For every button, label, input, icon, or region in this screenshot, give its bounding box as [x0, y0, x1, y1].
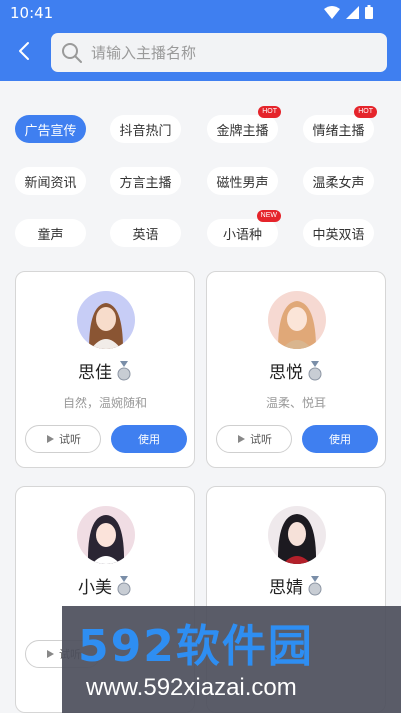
name-row: 思悦 [207, 358, 385, 383]
watermark: 592软件园 www.592xiazai.com [62, 606, 401, 713]
tag-label: 童声 [37, 227, 64, 243]
anchor-card[interactable]: 思佳 自然，温婉随和 试听 使用 [15, 271, 195, 468]
avatar [77, 506, 135, 564]
play-icon [47, 435, 54, 443]
tag-emotion-anchor[interactable]: 情绪主播 HOT [303, 106, 377, 143]
tag-label: 小语种 [222, 227, 262, 243]
tag-gentle-female[interactable]: 温柔女声 [303, 167, 374, 195]
anchor-card[interactable]: 思悦 温柔、悦耳 试听 使用 [206, 271, 386, 468]
tag-label: 情绪主播 [312, 123, 365, 139]
avatar [268, 506, 326, 564]
name-row: 思佳 [16, 358, 194, 383]
tag-dialect[interactable]: 方言主播 [110, 167, 181, 195]
hot-badge: HOT [258, 106, 281, 118]
app-header: 10:41 [0, 0, 401, 81]
listen-button[interactable]: 试听 [216, 425, 292, 453]
tag-minor-language[interactable]: 小语种 NEW [207, 210, 281, 247]
anchor-name: 思佳 [78, 363, 112, 383]
listen-label: 试听 [250, 433, 272, 446]
medal-icon [117, 360, 131, 380]
tag-english[interactable]: 英语 [110, 219, 181, 247]
tag-label: 抖音热门 [119, 123, 172, 139]
tag-label: 新闻资讯 [24, 175, 77, 191]
anchor-desc: 自然，温婉随和 [62, 396, 147, 410]
battery-icon [365, 5, 373, 19]
name-row: 思婧 [207, 573, 385, 598]
tag-douyin-hot[interactable]: 抖音热门 [110, 115, 181, 143]
tag-label: 广告宣传 [24, 123, 77, 139]
status-icons [324, 5, 373, 19]
back-arrow-icon[interactable] [14, 40, 36, 62]
tag-label: 英语 [132, 227, 159, 243]
play-icon [238, 435, 245, 443]
listen-button[interactable]: 试听 [25, 425, 101, 453]
medal-icon [308, 575, 322, 595]
wifi-icon [324, 5, 340, 19]
tag-label: 金牌主播 [216, 123, 269, 139]
search-icon [62, 42, 82, 63]
tag-ad-promo[interactable]: 广告宣传 [15, 115, 86, 143]
search-box[interactable] [51, 33, 387, 72]
tag-child-voice[interactable]: 童声 [15, 219, 86, 247]
signal-icon [346, 5, 359, 19]
tag-label: 中英双语 [312, 227, 365, 243]
listen-label: 试听 [59, 433, 81, 446]
name-row: 小美 [16, 573, 194, 598]
play-icon [47, 650, 54, 658]
anchor-desc: 温柔、悦耳 [265, 396, 326, 410]
avatar [77, 291, 135, 349]
watermark-title: 592软件园 [78, 621, 314, 672]
status-time: 10:41 [10, 4, 54, 22]
hot-badge: HOT [354, 106, 377, 118]
tag-bilingual[interactable]: 中英双语 [303, 219, 374, 247]
tag-news[interactable]: 新闻资讯 [15, 167, 86, 195]
tag-gold-anchor[interactable]: 金牌主播 HOT [207, 106, 281, 143]
anchor-name: 思悦 [269, 363, 303, 383]
search-input[interactable] [91, 43, 361, 62]
use-button[interactable]: 使用 [302, 425, 378, 453]
anchor-name: 小美 [78, 578, 112, 598]
tag-magnetic-male[interactable]: 磁性男声 [207, 167, 278, 195]
tag-label: 温柔女声 [312, 175, 365, 191]
avatar [268, 291, 326, 349]
new-badge: NEW [256, 210, 281, 222]
anchor-name: 思婧 [269, 578, 303, 598]
tag-label: 磁性男声 [216, 175, 269, 191]
use-button[interactable]: 使用 [111, 425, 187, 453]
medal-icon [117, 575, 131, 595]
tag-label: 方言主播 [119, 175, 172, 191]
medal-icon [308, 360, 322, 380]
watermark-url: www.592xiazai.com [86, 674, 297, 701]
